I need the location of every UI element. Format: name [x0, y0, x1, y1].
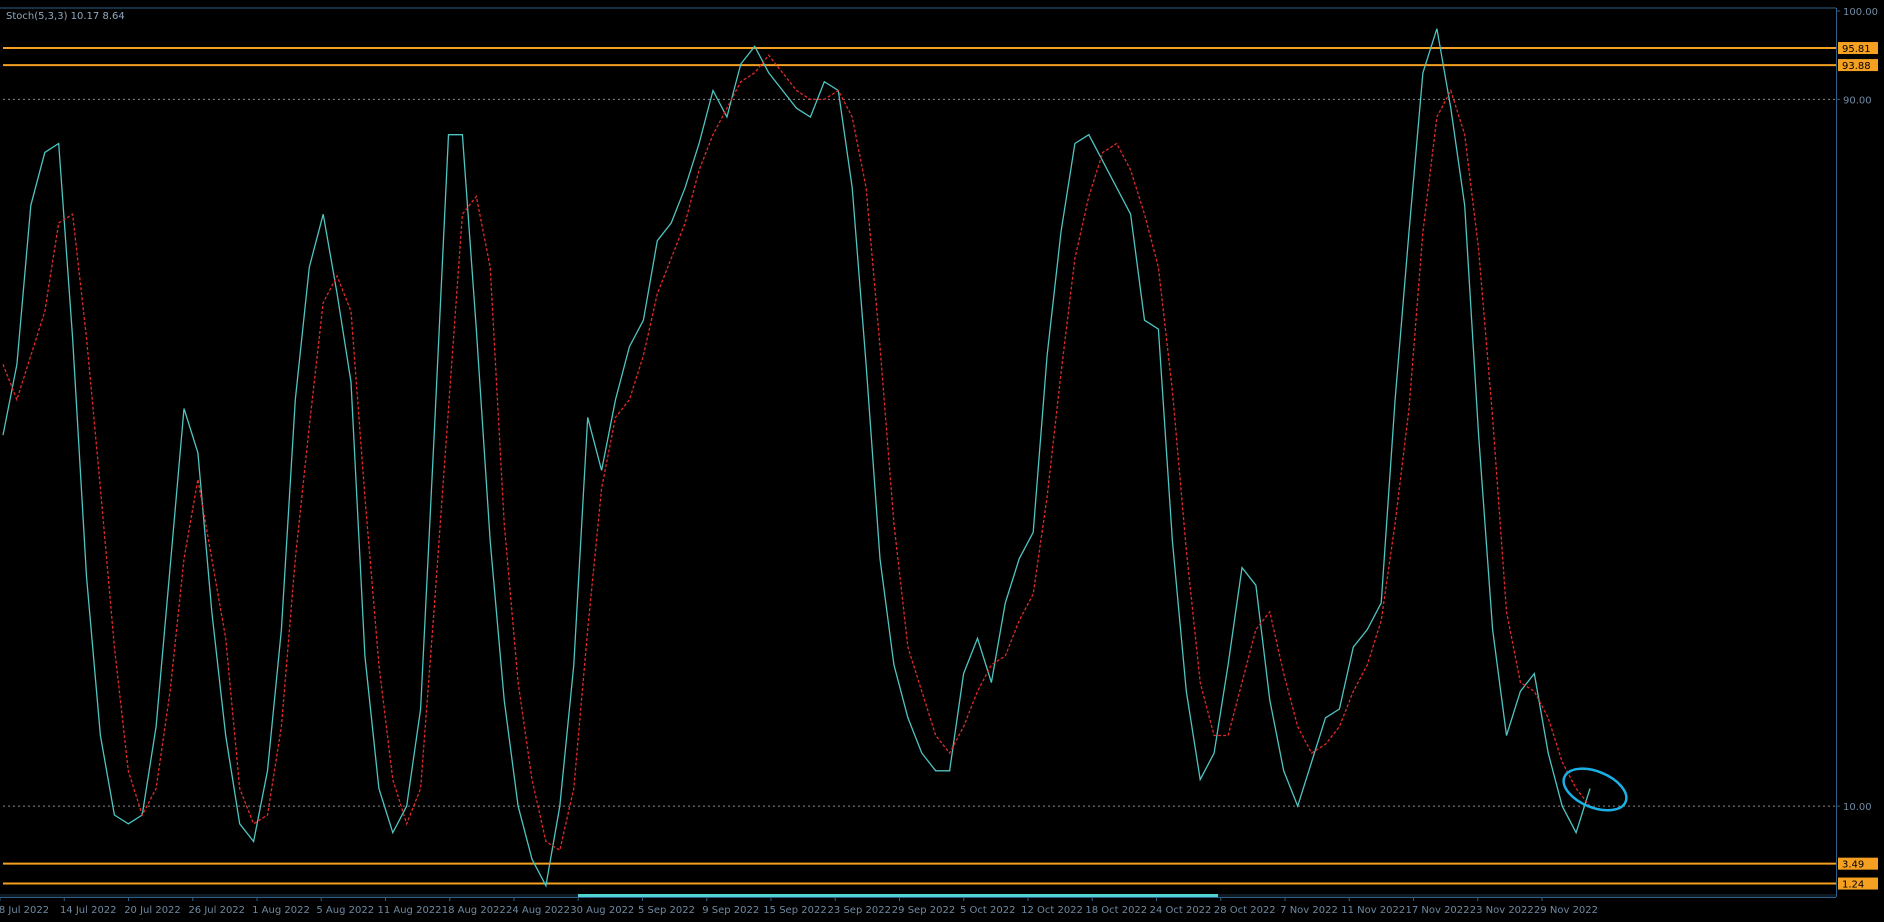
hline-tag-label: 3.49 — [1842, 860, 1864, 871]
x-tick-label: 29 Nov 2022 — [1534, 905, 1598, 916]
x-tick-label: 5 Sep 2022 — [638, 905, 695, 916]
x-tick-label: 1 Aug 2022 — [252, 905, 310, 916]
x-tick-label: 8 Jul 2022 — [0, 905, 49, 916]
x-tick-label: 5 Aug 2022 — [316, 905, 374, 916]
x-tick-label: 23 Nov 2022 — [1470, 905, 1534, 916]
hline-tag-label: 93.88 — [1842, 61, 1871, 72]
x-tick-label: 14 Jul 2022 — [60, 905, 117, 916]
x-tick-label: 23 Sep 2022 — [828, 905, 891, 916]
x-tick-label: 5 Oct 2022 — [960, 905, 1015, 916]
x-tick-label: 30 Aug 2022 — [570, 905, 634, 916]
x-tick-label: 11 Aug 2022 — [377, 905, 441, 916]
x-tick-label: 29 Sep 2022 — [892, 905, 955, 916]
y-tick-label: 90.00 — [1843, 95, 1872, 106]
x-tick-label: 24 Aug 2022 — [506, 905, 570, 916]
x-tick-label: 20 Jul 2022 — [124, 905, 181, 916]
chart-background — [0, 0, 1884, 922]
x-tick-label: 15 Sep 2022 — [763, 905, 826, 916]
x-tick-label: 24 Oct 2022 — [1150, 905, 1212, 916]
x-tick-label: 17 Nov 2022 — [1405, 905, 1469, 916]
stochastic-chart: 100.00 90.00 10.00 95.81 93.88 3.49 1.24 8 Ju… — [0, 0, 1884, 922]
x-tick-label: 11 Nov 2022 — [1341, 905, 1405, 916]
y-tick-label: 10.00 — [1843, 802, 1872, 813]
x-tick-label: 28 Oct 2022 — [1214, 905, 1276, 916]
x-tick-label: 12 Oct 2022 — [1021, 905, 1083, 916]
scrollbar[interactable] — [0, 894, 1836, 897]
x-tick-label: 18 Oct 2022 — [1085, 905, 1147, 916]
hline-tag-label: 95.81 — [1842, 44, 1871, 55]
x-tick-label: 26 Jul 2022 — [188, 905, 245, 916]
hline-tag-label: 1.24 — [1842, 880, 1864, 891]
y-tick-label: 100.00 — [1843, 7, 1878, 18]
x-tick-label: 7 Nov 2022 — [1280, 905, 1338, 916]
x-tick-label: 18 Aug 2022 — [442, 905, 506, 916]
x-tick-label: 9 Sep 2022 — [702, 905, 759, 916]
indicator-label: Stoch(5,3,3) 10.17 8.64 — [6, 11, 125, 22]
scrollbar-thumb[interactable] — [578, 894, 1218, 897]
